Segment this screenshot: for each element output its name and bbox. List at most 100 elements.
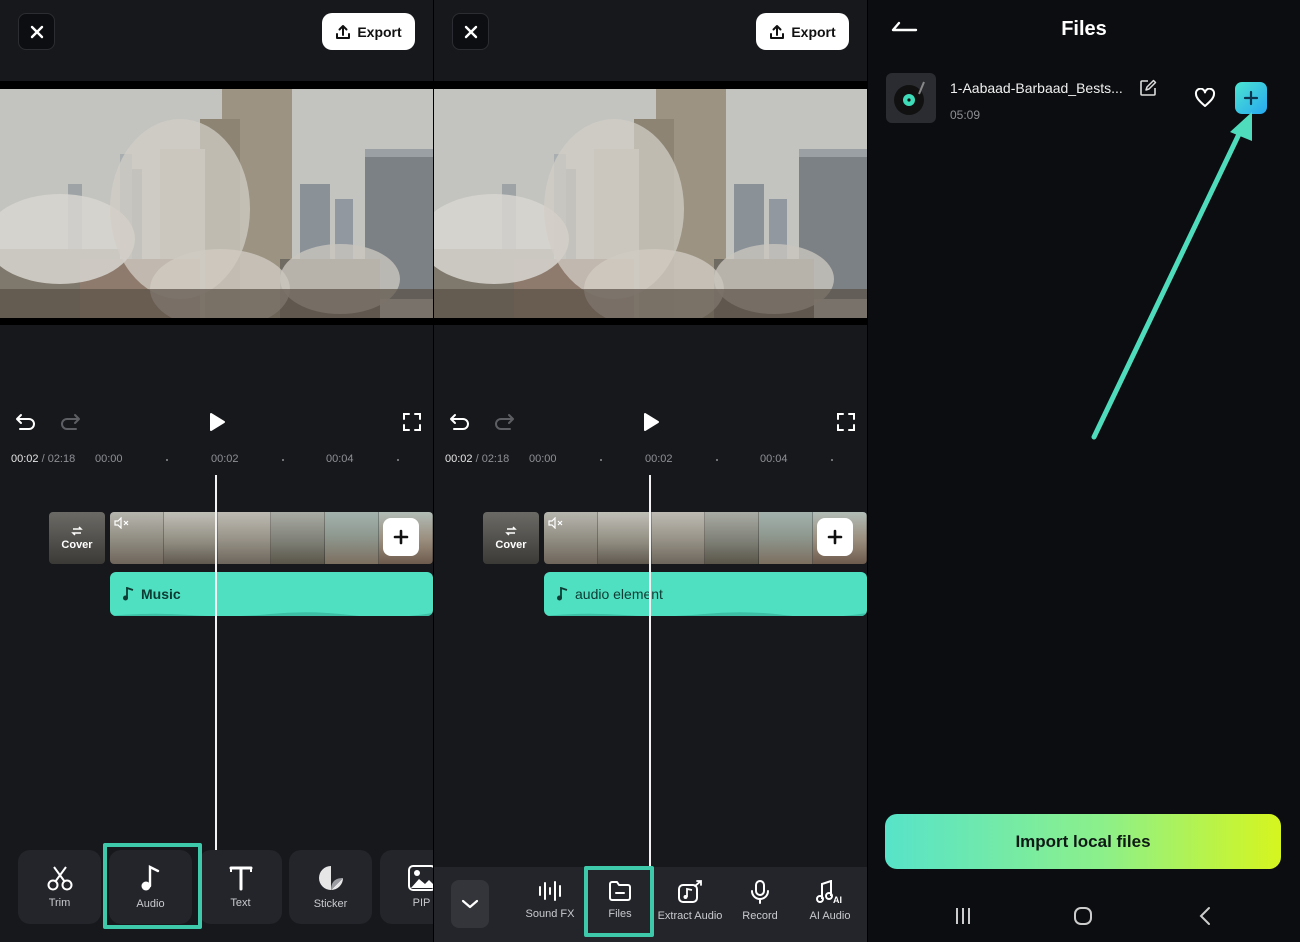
back-button[interactable] <box>1193 904 1217 928</box>
export-label: Export <box>357 23 402 40</box>
tool-pip[interactable]: PIP <box>380 850 433 924</box>
cover-button[interactable]: Cover <box>483 512 539 564</box>
edit-icon[interactable] <box>1139 79 1157 97</box>
fullscreen-button[interactable] <box>398 408 426 436</box>
playhead[interactable] <box>215 475 217 850</box>
highlight-box-files <box>584 866 654 937</box>
tool-label: Trim <box>48 897 71 909</box>
time-readout: 00:02 / 02:18 <box>11 453 75 465</box>
total-time: / 02:18 <box>472 453 510 465</box>
editor-panel-audio: Export 00:02 / 02:18 00:00 00:02 00:04 C… <box>0 0 433 942</box>
clip-frame <box>705 512 760 564</box>
audio-track[interactable]: audio element <box>544 572 867 616</box>
file-name: 1-Aabaad-Barbaad_Bests... <box>950 80 1123 96</box>
clip-frame <box>325 512 380 564</box>
tool-sticker[interactable]: Sticker <box>289 850 372 924</box>
add-clip-button[interactable] <box>383 518 419 556</box>
ruler-tick: 00:04 <box>760 453 788 465</box>
add-file-button[interactable] <box>1235 82 1267 114</box>
page-title: Files <box>1061 18 1107 40</box>
vinyl-record-icon <box>894 81 925 115</box>
undo-button[interactable] <box>12 408 40 436</box>
swap-icon <box>71 526 83 536</box>
highlight-box-audio <box>103 843 202 929</box>
cover-label: Cover <box>61 539 93 551</box>
redo-icon <box>61 414 80 430</box>
extract-audio-icon <box>678 880 702 903</box>
ruler-dot <box>282 459 284 461</box>
ruler-tick: 00:04 <box>326 453 354 465</box>
music-note-icon <box>557 587 568 601</box>
recent-apps-button[interactable] <box>951 904 975 928</box>
redo-button[interactable] <box>490 408 518 436</box>
clip-frame <box>651 512 706 564</box>
clip-frame <box>597 512 652 564</box>
current-time: 00:02 <box>11 453 39 465</box>
mute-icon[interactable] <box>548 517 564 529</box>
tool-label: Text <box>230 897 251 909</box>
mute-icon[interactable] <box>114 517 130 529</box>
plus-icon <box>827 529 843 545</box>
play-button[interactable] <box>203 408 231 436</box>
tool-record[interactable]: Record <box>727 880 793 932</box>
total-time: / 02:18 <box>38 453 76 465</box>
cover-label: Cover <box>495 539 527 551</box>
redo-icon <box>495 414 514 430</box>
plus-icon <box>393 529 409 545</box>
tool-label: PIP <box>412 897 431 909</box>
tool-extract-audio[interactable]: Extract Audio <box>657 880 723 932</box>
undo-button[interactable] <box>446 408 474 436</box>
ruler-tick: 00:00 <box>95 453 123 465</box>
plus-icon <box>1243 90 1259 106</box>
tool-label: Sticker <box>313 898 348 910</box>
play-button[interactable] <box>637 408 665 436</box>
pip-icon <box>407 865 433 891</box>
fullscreen-icon <box>403 413 421 431</box>
tool-text[interactable]: Text <box>199 850 282 924</box>
clip-frame <box>217 512 272 564</box>
ruler-dot <box>600 459 602 461</box>
playhead[interactable] <box>649 475 651 867</box>
play-icon <box>644 413 659 431</box>
add-clip-button[interactable] <box>817 518 853 556</box>
close-button[interactable] <box>18 13 55 50</box>
fullscreen-icon <box>837 413 855 431</box>
import-local-files-button[interactable]: Import local files <box>885 814 1281 869</box>
undo-icon <box>450 414 469 430</box>
time-readout: 00:02 / 02:18 <box>445 453 509 465</box>
tool-trim[interactable]: Trim <box>18 850 101 924</box>
home-icon <box>1074 907 1092 925</box>
fullscreen-button[interactable] <box>832 408 860 436</box>
home-button[interactable] <box>1071 904 1095 928</box>
close-button[interactable] <box>452 13 489 50</box>
video-frame <box>434 89 867 318</box>
close-icon <box>464 25 477 38</box>
cover-button[interactable]: Cover <box>49 512 105 564</box>
ruler-dot <box>166 459 168 461</box>
redo-button[interactable] <box>56 408 84 436</box>
ruler-tick: 00:02 <box>645 453 673 465</box>
export-button[interactable]: Export <box>756 13 849 50</box>
video-preview[interactable] <box>434 81 867 325</box>
tool-label: Sound FX <box>525 908 575 920</box>
play-icon <box>210 413 225 431</box>
file-thumbnail <box>886 73 936 123</box>
ruler-dot <box>397 459 399 461</box>
collapse-button[interactable] <box>451 880 489 928</box>
export-button[interactable]: Export <box>322 13 415 50</box>
tool-ai-audio[interactable]: AI AI Audio <box>797 880 863 932</box>
sound-fx-icon <box>539 881 561 901</box>
clip-frame <box>759 512 814 564</box>
ruler-dot <box>831 459 833 461</box>
video-preview[interactable] <box>0 81 433 325</box>
scissors-icon <box>47 866 72 891</box>
waveform <box>110 612 433 616</box>
ruler-tick: 00:00 <box>529 453 557 465</box>
sticker-icon <box>318 866 343 890</box>
heart-icon[interactable] <box>1194 88 1216 108</box>
svg-text:AI: AI <box>833 895 842 904</box>
audio-track[interactable]: Music <box>110 572 433 616</box>
files-panel: Files 1-Aabaad-Barbaad_Bests... 05:09 Im… <box>868 0 1300 942</box>
tool-sound-fx[interactable]: Sound FX <box>517 880 583 932</box>
file-duration: 05:09 <box>950 108 981 122</box>
